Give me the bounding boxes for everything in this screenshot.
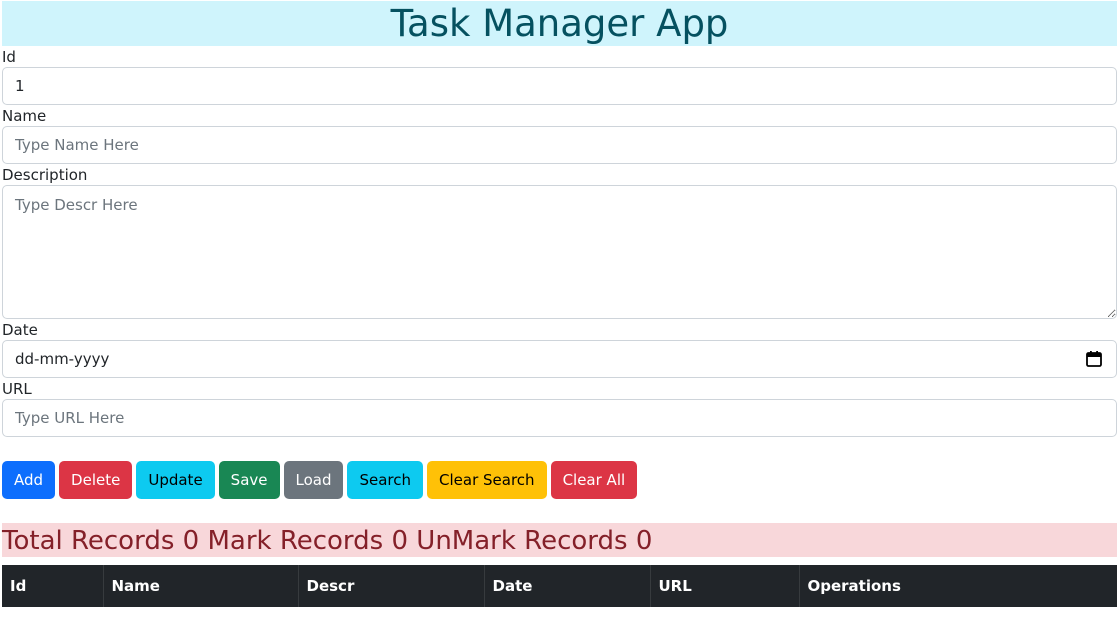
page-title: Task Manager App (2, 1, 1117, 46)
id-label: Id (2, 48, 16, 66)
total-records-count: 0 (182, 526, 200, 556)
delete-button[interactable]: Delete (59, 461, 133, 499)
add-button[interactable]: Add (2, 461, 56, 499)
clear-all-button[interactable]: Clear All (550, 461, 638, 499)
date-field[interactable] (2, 340, 1117, 378)
column-header-operations: Operations (807, 577, 901, 595)
update-button[interactable]: Update (136, 461, 215, 499)
url-label: URL (2, 380, 32, 398)
date-label: Date (2, 321, 38, 339)
column-header-descr: Descr (298, 565, 485, 607)
name-field[interactable] (2, 126, 1117, 164)
clear-search-button[interactable]: Clear Search (427, 461, 547, 499)
column-header-id: Id (2, 565, 104, 607)
column-header-name: Name (103, 565, 299, 607)
unmark-records-count: 0 (635, 526, 653, 556)
search-button[interactable]: Search (347, 461, 424, 499)
column-header-date: Date (484, 565, 651, 607)
total-records-label: Total Records (2, 526, 175, 556)
app-container: Task Manager App Id Name Description Dat… (0, 1, 1119, 607)
url-field[interactable] (2, 399, 1117, 437)
name-label: Name (2, 107, 47, 125)
description-label: Description (2, 166, 88, 184)
column-header-url: URL (650, 565, 800, 607)
calendar-icon[interactable] (1085, 350, 1103, 368)
records-summary: Total Records 0 Mark Records 0 UnMark Re… (2, 523, 1117, 557)
load-button[interactable]: Load (283, 461, 344, 499)
mark-records-label: Mark Records (207, 526, 384, 556)
id-field[interactable] (2, 67, 1117, 105)
save-button[interactable]: Save (218, 461, 280, 499)
table-header-row: Id Name Descr Date URL Operations (2, 565, 1117, 607)
records-table: Id Name Descr Date URL Operations (2, 565, 1117, 607)
date-field-wrapper (2, 340, 1117, 378)
action-buttons: Add Delete Update Save Load Search Clear… (2, 461, 1117, 499)
unmark-records-label: UnMark Records (416, 526, 628, 556)
description-field[interactable] (2, 185, 1117, 319)
mark-records-count: 0 (391, 526, 409, 556)
